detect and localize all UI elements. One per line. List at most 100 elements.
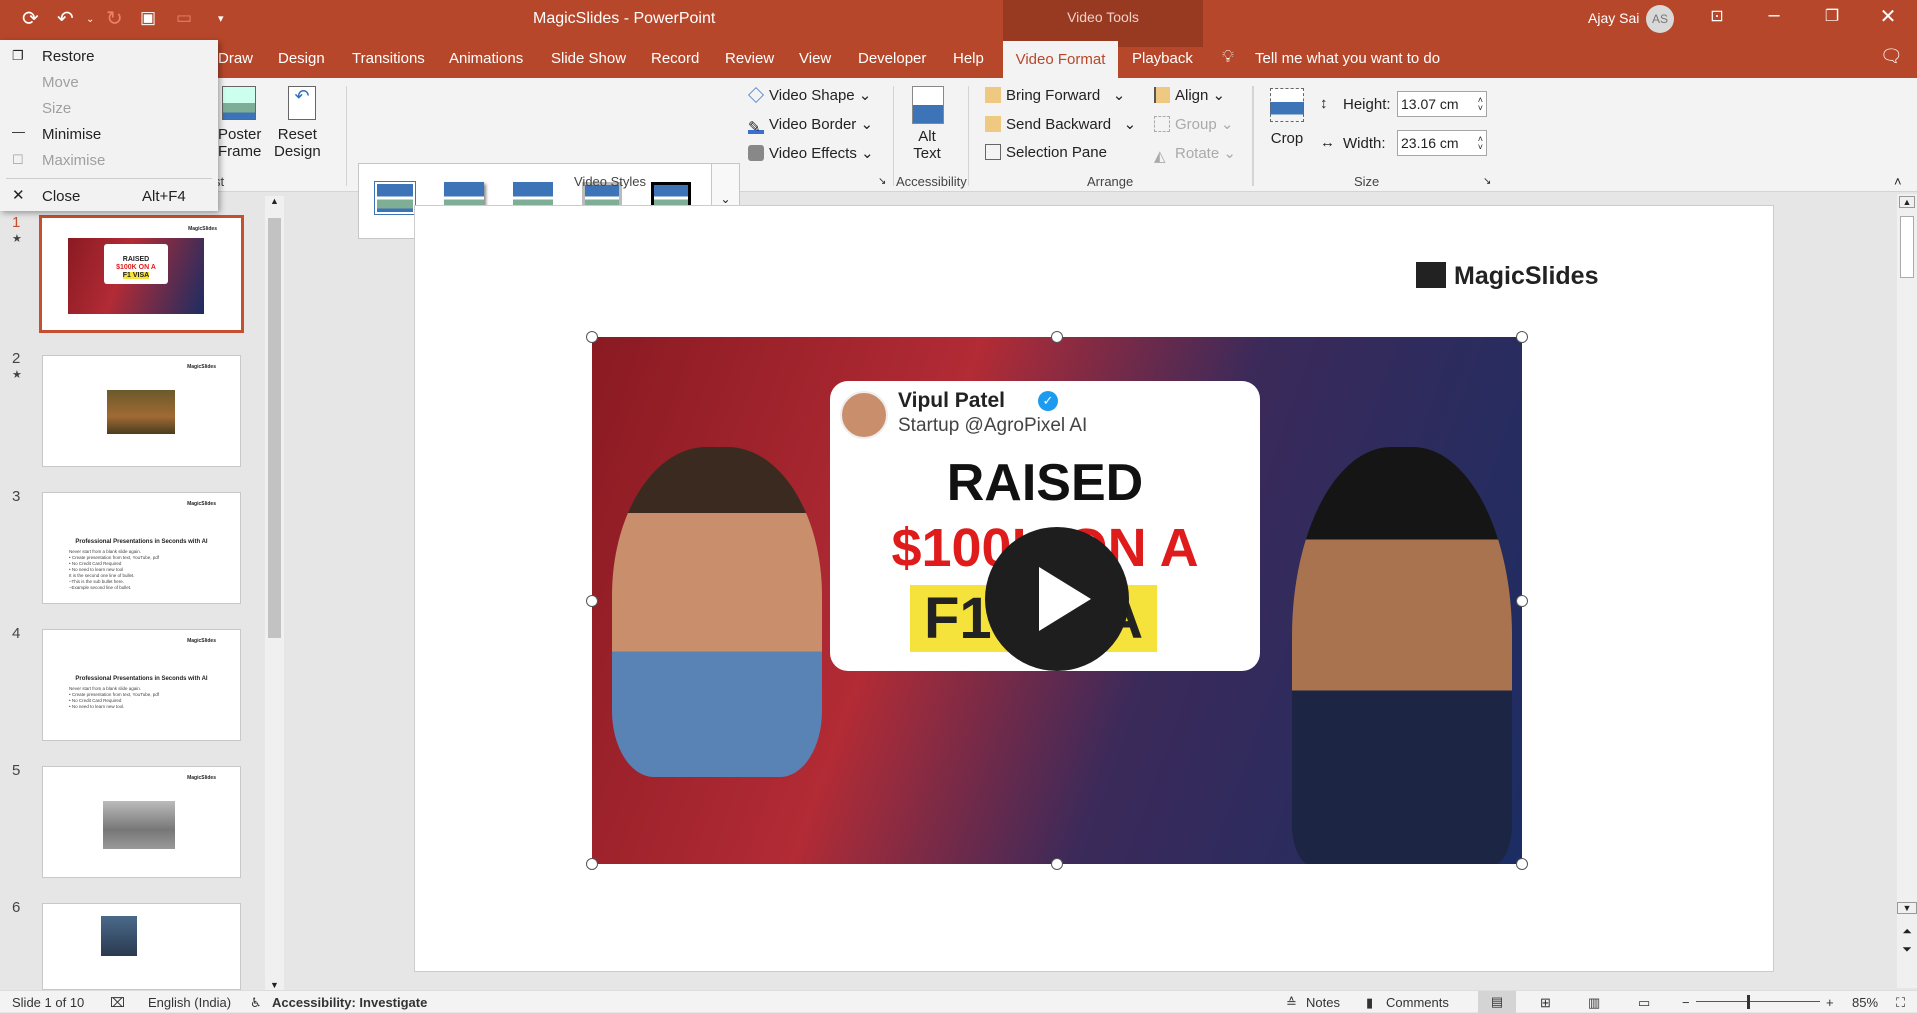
tab-review[interactable]: Review: [725, 50, 774, 67]
slide-show-button[interactable]: ▭: [1638, 995, 1650, 1011]
scroll-up-icon[interactable]: ▲: [1899, 196, 1915, 208]
video-styles-dialog-launcher[interactable]: ↘: [878, 176, 886, 187]
slide-thumbnail-5[interactable]: MagicSlides: [42, 766, 241, 878]
present-from-start-icon[interactable]: ▣: [140, 8, 156, 28]
size-dialog-launcher[interactable]: ↘: [1483, 176, 1491, 187]
height-input[interactable]: 13.07 cm ˄ ˅: [1397, 91, 1487, 117]
scroll-up-icon[interactable]: ▲: [265, 196, 284, 206]
play-button[interactable]: [985, 527, 1129, 671]
crop-button[interactable]: Crop: [1270, 88, 1304, 147]
zoom-level[interactable]: 85%: [1852, 995, 1878, 1010]
width-spinner[interactable]: ˄ ˅: [1478, 135, 1483, 152]
notes-button[interactable]: Notes: [1306, 995, 1340, 1010]
resize-handle-w[interactable]: [586, 595, 598, 607]
tab-view[interactable]: View: [799, 50, 831, 67]
slide-counter: Slide 1 of 10: [12, 995, 85, 1010]
tab-developer[interactable]: Developer: [858, 50, 926, 67]
restore-button[interactable]: ❐: [1812, 6, 1852, 26]
resize-handle-e[interactable]: [1516, 595, 1528, 607]
scrollbar-thumb[interactable]: [268, 218, 281, 638]
autosave-icon[interactable]: ⟳: [22, 6, 39, 31]
collapse-ribbon-icon[interactable]: ˄: [1894, 174, 1902, 189]
slide-thumbnail-6[interactable]: [42, 903, 241, 990]
slide-sorter-button[interactable]: ⊞: [1540, 995, 1551, 1011]
next-slide-icon[interactable]: ⏷: [1897, 942, 1917, 957]
present-icon[interactable]: ▭: [176, 8, 192, 28]
spell-check-icon[interactable]: ⌧: [110, 995, 125, 1011]
video-border-button[interactable]: ✎ Video Border ⌄: [748, 115, 873, 136]
menu-item-restore[interactable]: Restore: [42, 48, 95, 65]
zoom-slider-thumb[interactable]: [1746, 995, 1750, 1009]
avatar[interactable]: AS: [1646, 5, 1674, 33]
poster-frame-button[interactable]: Poster Frame: [218, 86, 261, 160]
comments-button[interactable]: Comments: [1386, 995, 1449, 1010]
zoom-in-button[interactable]: +: [1826, 995, 1834, 1010]
scroll-down-icon[interactable]: ▼: [265, 980, 284, 990]
bring-forward-button[interactable]: Bring Forward ⌄: [985, 86, 1125, 104]
thumbnail-scrollbar[interactable]: ▲ ▼: [265, 196, 284, 990]
send-backward-button[interactable]: Send Backward ⌄: [985, 115, 1136, 133]
selection-pane-button[interactable]: Selection Pane: [985, 144, 1107, 161]
rotate-button[interactable]: ◭ Rotate ⌄: [1154, 144, 1236, 165]
close-icon: ✕: [12, 187, 25, 204]
comments-icon[interactable]: 🗨︎: [1880, 46, 1903, 67]
tab-playback[interactable]: Playback: [1132, 50, 1193, 67]
resize-handle-nw[interactable]: [586, 331, 598, 343]
zoom-out-button[interactable]: −: [1682, 995, 1690, 1010]
video-object[interactable]: Vipul Patel ✓ Startup @AgroPixel AI RAIS…: [592, 337, 1522, 864]
tab-animations[interactable]: Animations: [449, 50, 523, 67]
redo-icon[interactable]: ↻: [106, 6, 123, 31]
scrollbar-thumb[interactable]: [1900, 216, 1914, 278]
video-effects-button[interactable]: Video Effects ⌄: [748, 144, 874, 162]
accessibility-status[interactable]: Accessibility: Investigate: [272, 995, 427, 1010]
resize-handle-n[interactable]: [1051, 331, 1063, 343]
undo-dropdown-icon[interactable]: ⌄: [86, 14, 94, 25]
menu-item-minimise[interactable]: Minimise: [42, 126, 101, 143]
video-style-1[interactable]: [375, 182, 415, 214]
minimize-button[interactable]: –: [1754, 4, 1794, 27]
person-left-image: [612, 447, 822, 777]
resize-handle-sw[interactable]: [586, 858, 598, 870]
reset-design-button[interactable]: ↶ Reset Design: [274, 86, 321, 160]
align-button[interactable]: Align ⌄: [1154, 86, 1225, 104]
ribbon-display-options-icon[interactable]: ⊡: [1697, 6, 1737, 26]
tab-help[interactable]: Help: [953, 50, 984, 67]
previous-slide-icon[interactable]: ⏶: [1897, 924, 1917, 939]
slide-thumbnail-3[interactable]: MagicSlides Professional Presentations i…: [42, 492, 241, 604]
tell-me-search[interactable]: Tell me what you want to do: [1255, 50, 1440, 67]
slide-thumbnail-2[interactable]: MagicSlides: [42, 355, 241, 467]
tab-draw[interactable]: Draw: [218, 50, 253, 67]
height-spinner[interactable]: ˄ ˅: [1478, 96, 1483, 113]
customize-qat-icon[interactable]: ▾: [218, 12, 224, 25]
slide-thumbnail-4[interactable]: MagicSlides Professional Presentations i…: [42, 629, 241, 741]
alt-text-button[interactable]: Alt Text: [910, 86, 944, 162]
resize-handle-ne[interactable]: [1516, 331, 1528, 343]
tab-video-format[interactable]: Video Format: [1003, 41, 1118, 79]
resize-handle-se[interactable]: [1516, 858, 1528, 870]
group-button[interactable]: Group ⌄: [1154, 115, 1233, 133]
menu-item-size[interactable]: Size: [42, 100, 71, 117]
slide-scrollbar[interactable]: ▲ ▼ ⏶ ⏷: [1897, 194, 1917, 988]
slide-thumbnail-1[interactable]: MagicSlides RAISED $100K ON A F1 VISA: [39, 215, 244, 333]
resize-handle-s[interactable]: [1051, 858, 1063, 870]
tab-record[interactable]: Record: [651, 50, 699, 67]
menu-item-close[interactable]: Close: [42, 188, 80, 205]
video-shape-button[interactable]: Video Shape ⌄: [748, 86, 871, 104]
zoom-slider[interactable]: [1696, 1001, 1820, 1002]
fit-to-window-icon[interactable]: ⛶: [1896, 995, 1905, 1011]
title-bar: ⟳ ↶ ⌄ ↻ ▣ ▭ ▾ MagicSlides - PowerPoint V…: [0, 0, 1917, 79]
logo-icon: [1416, 262, 1446, 288]
tab-transitions[interactable]: Transitions: [352, 50, 425, 67]
close-button[interactable]: ✕: [1868, 4, 1908, 29]
undo-icon[interactable]: ↶: [57, 6, 74, 31]
width-input[interactable]: 23.16 cm ˄ ˅: [1397, 130, 1487, 156]
user-name[interactable]: Ajay Sai: [1588, 10, 1639, 26]
menu-item-maximise[interactable]: Maximise: [42, 152, 105, 169]
language-status[interactable]: English (India): [148, 995, 231, 1010]
scroll-down-icon[interactable]: ▼: [1897, 902, 1917, 914]
normal-view-button[interactable]: ▤: [1478, 991, 1516, 1013]
tab-design[interactable]: Design: [278, 50, 325, 67]
reading-view-button[interactable]: ▥: [1588, 995, 1600, 1011]
menu-item-move[interactable]: Move: [42, 74, 79, 91]
tab-slide-show[interactable]: Slide Show: [551, 50, 626, 67]
